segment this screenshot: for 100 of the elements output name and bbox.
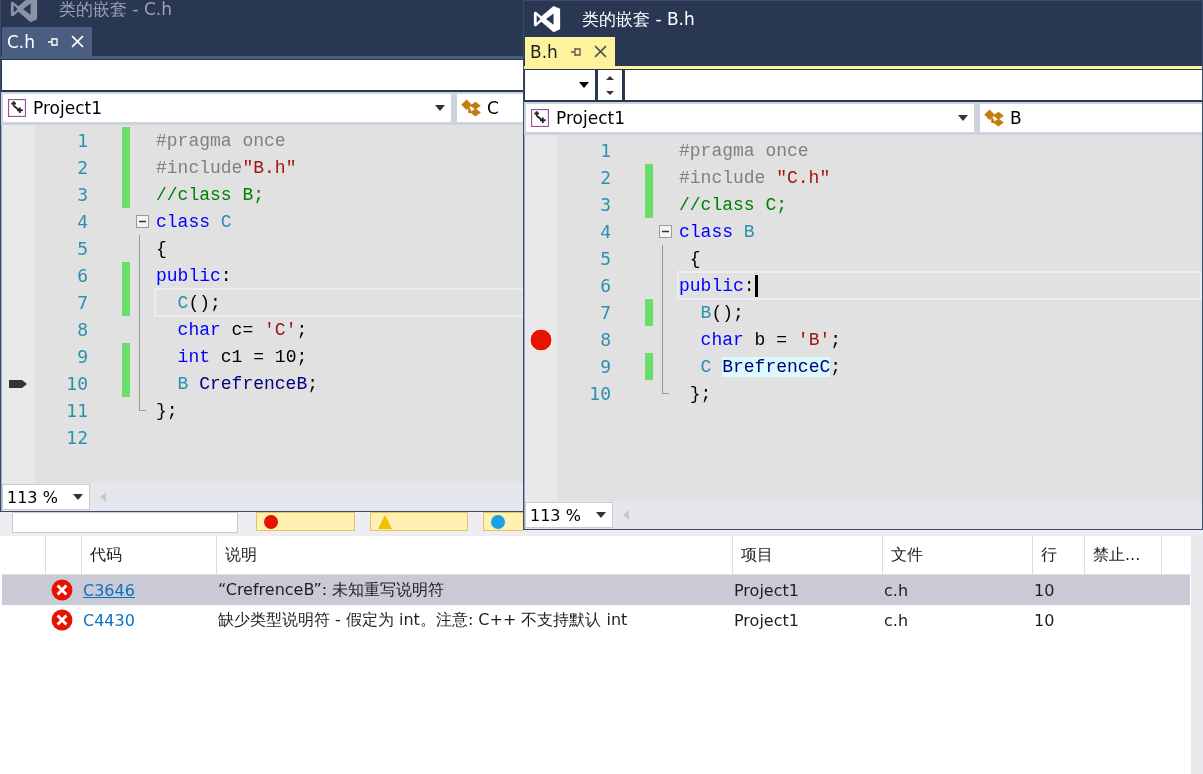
code-text: (); <box>711 302 744 323</box>
project-icon <box>7 99 27 117</box>
scope-dropdown[interactable]: C <box>457 94 524 122</box>
zoom-dropdown[interactable]: 113 % <box>2 484 90 510</box>
code-text: CrefrenceB <box>198 373 308 394</box>
class-icon <box>461 99 481 117</box>
logo-icon <box>532 4 562 34</box>
line-number: 3 <box>599 194 611 215</box>
code-comment: //class C; <box>679 194 788 215</box>
line-number: 2 <box>76 157 88 178</box>
line-number: 6 <box>76 265 88 286</box>
warning-icon <box>377 513 393 530</box>
scrollbar[interactable] <box>1191 536 1203 774</box>
code-text: }; <box>688 383 712 404</box>
caret-icon <box>579 82 589 88</box>
down-arrow-icon <box>606 90 614 95</box>
collapse-icon[interactable] <box>135 215 149 228</box>
up-arrow-icon <box>606 75 614 80</box>
pin-icon[interactable] <box>47 35 60 48</box>
code-keyword: class <box>156 211 210 232</box>
tab-label: B.h <box>530 41 558 62</box>
class-icon <box>984 109 1004 127</box>
logo-icon <box>9 0 39 24</box>
code-text: ; <box>830 356 842 377</box>
code-text: C <box>699 356 713 377</box>
column-header[interactable]: 禁止... <box>1085 536 1162 574</box>
breakpoint-icon[interactable] <box>529 327 553 352</box>
zoom-dropdown[interactable]: 113 % <box>525 502 613 528</box>
code-text: ; <box>307 373 319 394</box>
input-field[interactable] <box>625 70 1202 100</box>
code-text: 'C' <box>264 319 297 340</box>
line-number: 10 <box>65 373 88 394</box>
line-number: 11 <box>65 400 88 421</box>
highlighted-identifier: BrefrenceC <box>722 356 831 377</box>
caret-icon <box>435 105 445 111</box>
line-number: 9 <box>599 356 611 377</box>
code-keyword: int <box>176 346 210 367</box>
file-cell: c.h <box>884 610 909 630</box>
code-text: ; <box>830 329 842 350</box>
info-icon <box>490 513 506 530</box>
line-number: 7 <box>599 302 611 323</box>
code-keyword: public <box>156 265 221 286</box>
file-tab[interactable]: C.h <box>2 27 93 56</box>
code-text: #pragma once <box>679 140 809 161</box>
code-text: C <box>219 211 232 232</box>
code-text: #include <box>679 167 767 188</box>
line-number: 1 <box>76 130 88 151</box>
column-header[interactable]: 说明 <box>217 536 733 574</box>
code-keyword: class <box>679 221 733 242</box>
messages-filter-button[interactable] <box>483 512 523 531</box>
window-title: 类的嵌套 - C.h <box>59 0 172 21</box>
column-header[interactable]: 代码 <box>82 536 217 574</box>
pin-icon[interactable] <box>569 45 582 58</box>
line-number: 5 <box>76 238 88 259</box>
code-text: #include <box>156 157 243 178</box>
column-header[interactable]: 项目 <box>733 536 883 574</box>
errors-filter-button[interactable] <box>256 512 355 531</box>
code-keyword: char <box>176 319 221 340</box>
column-header[interactable]: 文件 <box>883 536 1033 574</box>
error-description: “CrefrenceB”: 未知重写说明符 <box>218 579 445 601</box>
text-cursor <box>754 274 758 297</box>
code-text: c= <box>230 319 255 340</box>
error-icon <box>263 513 279 530</box>
code-text: (); <box>188 292 221 313</box>
error-row[interactable]: C3646 “CrefrenceB”: 未知重写说明符 Project1 c.h 10 <box>2 575 1190 605</box>
code-comment: //class B; <box>156 184 265 205</box>
file-tab[interactable]: B.h <box>525 37 615 66</box>
input-field[interactable] <box>2 60 524 90</box>
project-icon <box>530 109 550 127</box>
code-text: B <box>742 221 755 242</box>
code-text: B <box>176 373 189 394</box>
code-text: { <box>156 238 167 259</box>
tab-label: C.h <box>7 31 36 52</box>
project-cell: Project1 <box>734 580 799 600</box>
code-text: c1 = 10; <box>219 346 308 367</box>
project-cell: Project1 <box>734 610 799 630</box>
line-number: 2 <box>599 167 611 188</box>
line-number: 12 <box>65 427 88 448</box>
line-number: 8 <box>76 319 88 340</box>
spin-control[interactable] <box>598 70 622 100</box>
error-code-link[interactable]: C4430 <box>83 610 135 630</box>
close-icon[interactable] <box>593 45 607 58</box>
code-text: #pragma once <box>156 130 286 151</box>
error-description: 缺少类型说明符 - 假定为 int。注意: C++ 不支持默认 int <box>218 609 628 631</box>
code-text: "B.h" <box>242 157 297 178</box>
column-header[interactable]: 行 <box>1033 536 1085 574</box>
window-title: 类的嵌套 - B.h <box>582 7 695 31</box>
scope-dropdown[interactable]: B <box>980 104 1202 132</box>
line-number: 3 <box>76 184 88 205</box>
code-text: b = <box>753 329 789 350</box>
line-number: 4 <box>599 221 611 242</box>
line-number: 8 <box>599 329 611 350</box>
project-dropdown[interactable]: Project1 <box>3 94 451 122</box>
collapse-icon[interactable] <box>658 225 672 238</box>
error-row[interactable]: C4430 缺少类型说明符 - 假定为 int。注意: C++ 不支持默认 int Project1 c.h 10 <box>2 605 1190 635</box>
project-dropdown[interactable]: Project1 <box>526 104 974 132</box>
error-icon <box>51 579 73 601</box>
code-text: { <box>688 248 701 269</box>
file-cell: c.h <box>884 580 909 600</box>
code-text: : <box>220 265 232 286</box>
